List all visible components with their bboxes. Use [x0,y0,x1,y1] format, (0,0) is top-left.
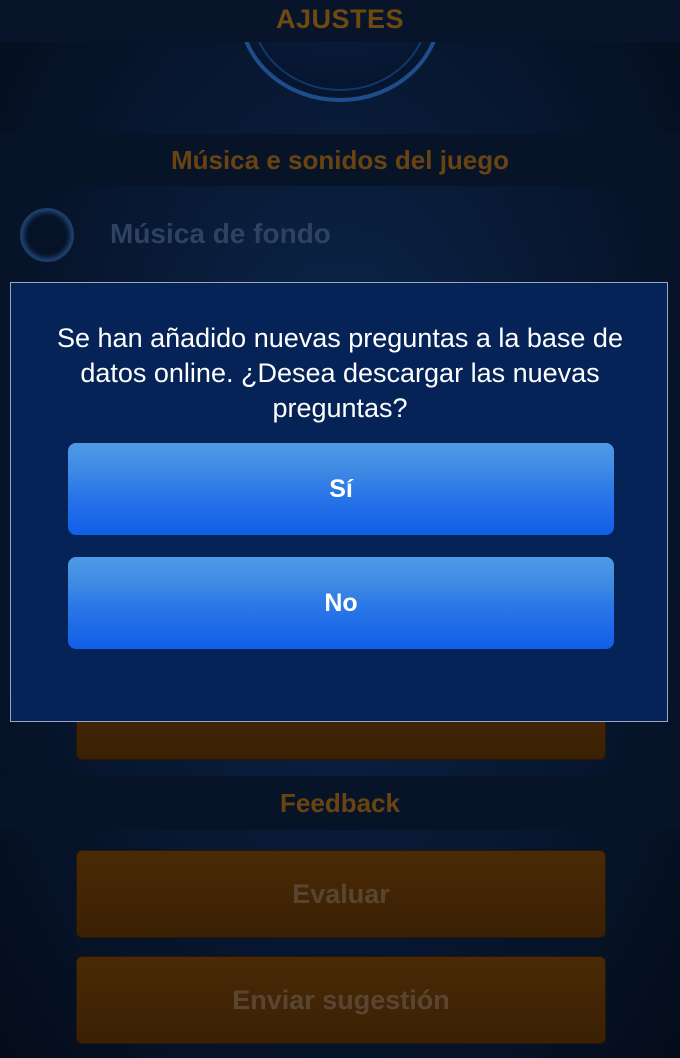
yes-button[interactable]: Sí [68,443,614,535]
section-feedback-label: Feedback [280,788,400,818]
section-feedback: Feedback [0,776,680,830]
download-questions-dialog: Se han añadido nuevas preguntas a la bas… [10,282,668,722]
dialog-message: Se han añadido nuevas preguntas a la bas… [57,323,623,423]
background-music-toggle[interactable] [20,208,74,262]
settings-screen: AJUSTES Música e sonidos del juego Músic… [0,0,680,1058]
section-sound: Música e sonidos del juego [0,134,680,186]
background-music-row[interactable]: Música de fondo [0,188,680,280]
send-suggestion-button[interactable]: Enviar sugestión [76,956,606,1044]
section-sound-label: Música e sonidos del juego [170,145,510,175]
page-title: AJUSTES [275,4,405,34]
no-button[interactable]: No [68,557,614,649]
background-music-label: Música de fondo [110,218,331,249]
rate-button[interactable]: Evaluar [76,850,606,938]
page-header: AJUSTES [0,0,680,42]
